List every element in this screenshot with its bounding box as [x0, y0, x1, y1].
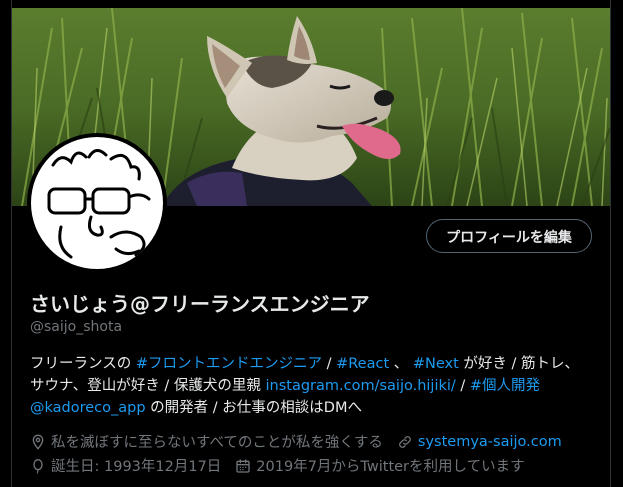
display-name: さいじょう@フリーランスエンジニア — [30, 292, 370, 316]
bio-line-3: @kadoreco_app の開発者 / お仕事の相談はDMへ — [30, 397, 590, 419]
profile-avatar[interactable] — [27, 133, 167, 273]
website-item: systemya-saijo.com — [397, 434, 562, 450]
profile-meta-row-1: 私を滅ぼすに至らないすべてのことが私を強くする systemya-saijo.c… — [30, 431, 576, 452]
bio-text: 、 — [389, 356, 413, 372]
location-text: 私を滅ぼすに至らないすべてのことが私を強くする — [51, 435, 383, 451]
balloon-icon — [33, 458, 43, 474]
bio-text: が好き / 筋トレ、 — [458, 356, 580, 372]
profile-bio: フリーランスの #フロントエンドエンジニア / #React 、 #Next が… — [30, 353, 590, 419]
bio-text: / — [455, 378, 470, 394]
hashtag-link-next[interactable]: #Next — [413, 356, 459, 372]
hashtag-link-frontend[interactable]: #フロントエンドエンジニア — [136, 356, 322, 372]
link-icon — [399, 435, 411, 448]
avatar-line-drawing — [47, 149, 151, 259]
hashtag-link-personal-dev[interactable]: #個人開発 — [470, 378, 540, 394]
profile-page: プロフィールを編集 さいじょう@フリーランスエンジニア @saijo_shota… — [0, 0, 623, 487]
instagram-link[interactable]: instagram.com/saijo.hijiki/ — [266, 378, 456, 394]
bio-line-2: サウナ、登山が好き / 保護犬の里親 instagram.com/saijo.h… — [30, 375, 590, 397]
calendar-icon — [236, 458, 250, 473]
bio-text: サウナ、登山が好き / 保護犬の里親 — [30, 378, 266, 394]
birthday-text: 誕生日: 1993年12月17日 — [51, 459, 222, 475]
location-pin-icon — [32, 434, 44, 450]
mention-link-kadoreco[interactable]: @kadoreco_app — [30, 400, 146, 416]
bio-text: フリーランスの — [30, 356, 136, 372]
birthday-item: 誕生日: 1993年12月17日 — [30, 455, 221, 476]
bio-line-1: フリーランスの #フロントエンドエンジニア / #React 、 #Next が… — [30, 353, 590, 375]
joined-item: 2019年7月からTwitterを利用しています — [235, 455, 525, 476]
location-item: 私を滅ぼすに至らないすべてのことが私を強くする — [30, 431, 383, 452]
edit-profile-button[interactable]: プロフィールを編集 — [426, 219, 592, 253]
column-divider-right — [610, 0, 611, 487]
profile-meta-row-2: 誕生日: 1993年12月17日 2019年7月からTwitterを利用していま… — [30, 455, 539, 476]
joined-text: 2019年7月からTwitterを利用しています — [256, 459, 525, 475]
bio-text: / — [321, 356, 337, 372]
hashtag-link-react[interactable]: #React — [336, 356, 389, 372]
website-link[interactable]: systemya-saijo.com — [418, 434, 562, 450]
bio-text: の開発者 / お仕事の相談はDMへ — [145, 400, 362, 416]
user-handle: @saijo_shota — [30, 319, 123, 335]
avatar-image — [31, 137, 163, 269]
